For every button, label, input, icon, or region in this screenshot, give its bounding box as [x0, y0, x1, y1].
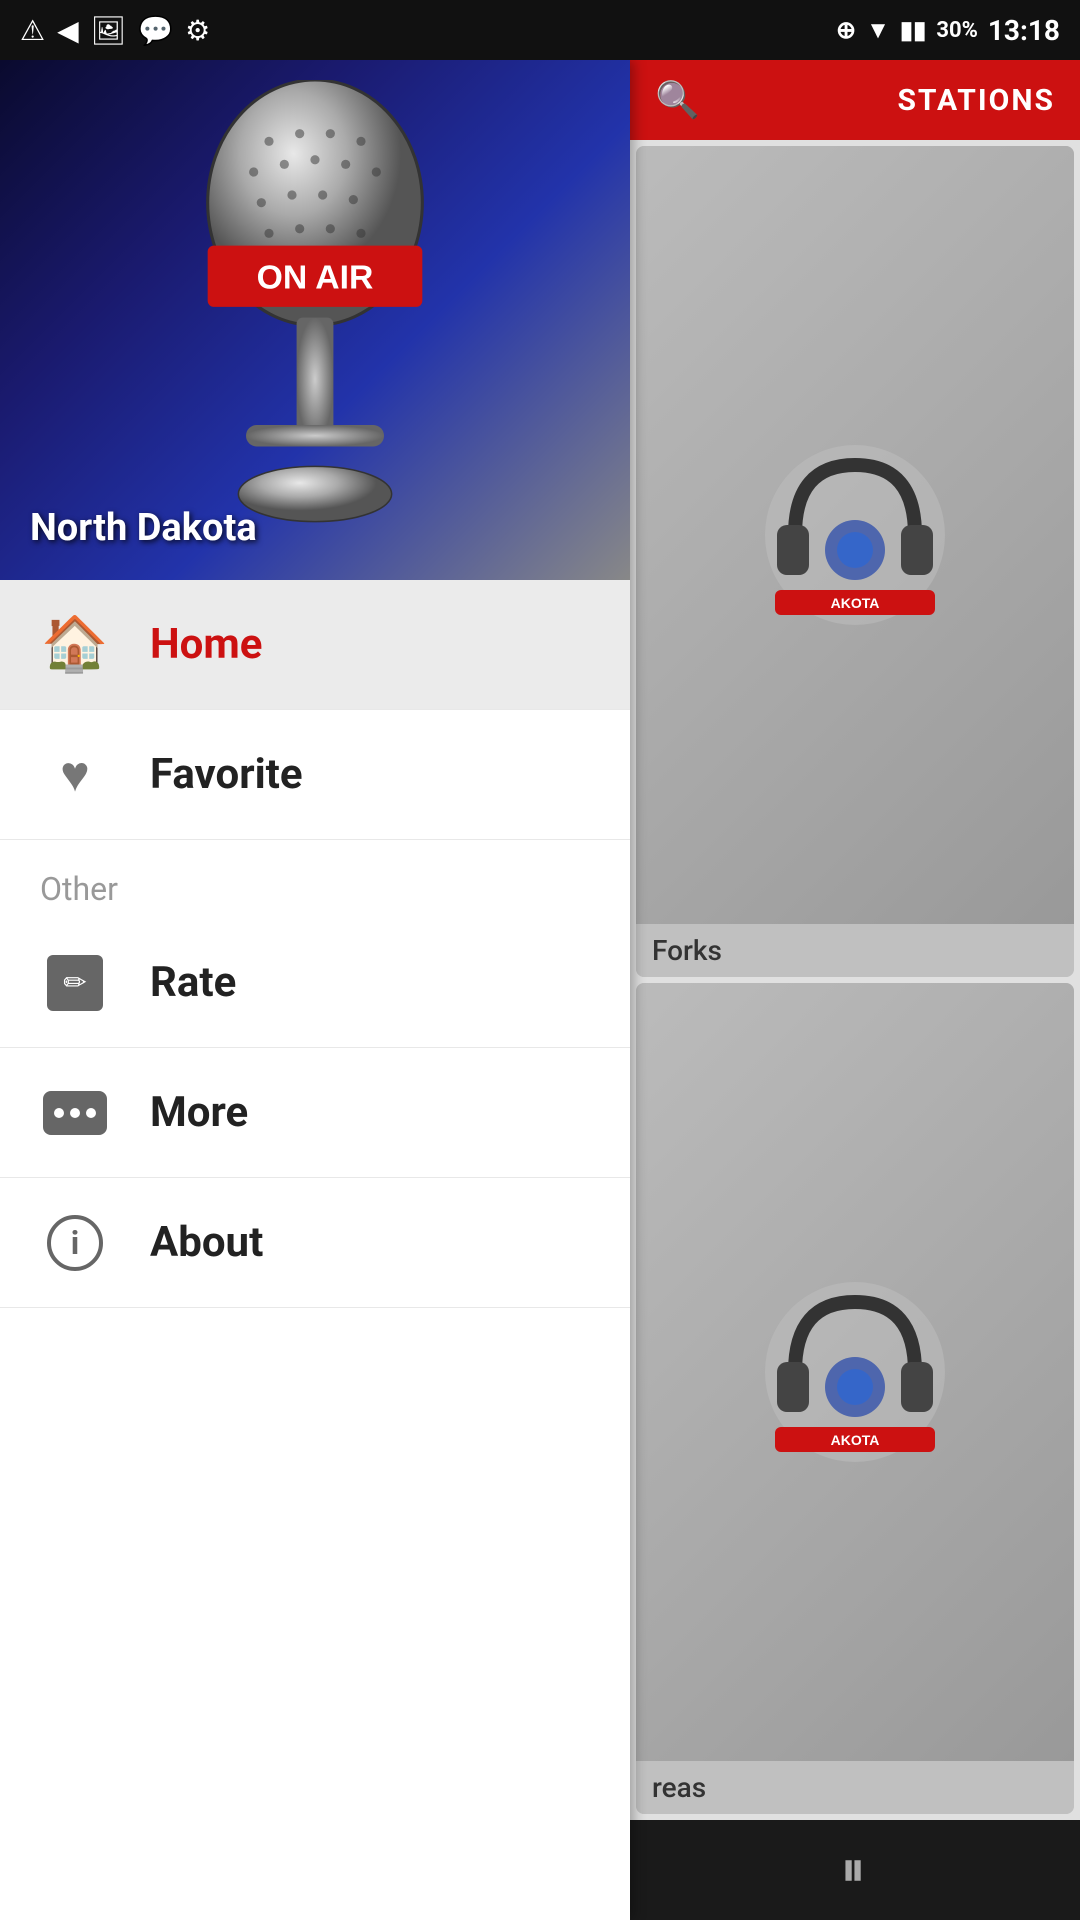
sidebar-item-rate[interactable]: Rate [0, 918, 630, 1048]
status-left-icons: ⚠ ◀ 🖼 💬 ⚙ [20, 14, 210, 47]
hero-location-label: North Dakota [30, 506, 257, 550]
favorite-label: Favorite [150, 750, 303, 799]
stations-list: AKOTA Forks [630, 140, 1080, 1820]
headphone-svg-2: AKOTA [755, 1272, 955, 1472]
sidebar-item-more[interactable]: More [0, 1048, 630, 1178]
other-section-header: Other [0, 840, 630, 918]
station-2-location: reas [652, 1771, 706, 1804]
svg-text:AKOTA: AKOTA [831, 595, 880, 611]
station-1-location: Forks [652, 934, 722, 967]
right-panel: 🔍 STATIONS [630, 60, 1080, 1920]
sidebar: ON AIR North Dakota 🏠 Home ♥ Favorite [0, 60, 630, 1920]
svg-text:ON AIR: ON AIR [257, 259, 374, 297]
heart-icon: ♥ [40, 740, 110, 810]
station-card-1-image: AKOTA [636, 146, 1074, 924]
time-label: 13:18 [988, 14, 1060, 47]
station-card-2[interactable]: AKOTA reas [636, 983, 1074, 1814]
settings-icon: ⚙ [185, 14, 210, 47]
sidebar-item-favorite[interactable]: ♥ Favorite [0, 710, 630, 840]
signal-icon: ▮▮ [900, 16, 926, 44]
wifi-icon: ▼ [866, 16, 890, 45]
station-card-2-image: AKOTA [636, 983, 1074, 1761]
home-icon: 🏠 [40, 610, 110, 680]
stations-header-label: STATIONS [897, 83, 1055, 118]
about-label: About [150, 1218, 263, 1267]
message-icon: 💬 [138, 14, 173, 47]
right-header: 🔍 STATIONS [630, 60, 1080, 140]
more-icon [40, 1078, 110, 1148]
svg-text:AKOTA: AKOTA [831, 1432, 880, 1448]
image-icon: 🖼 [91, 14, 127, 47]
app-container: ON AIR North Dakota 🏠 Home ♥ Favorite [0, 60, 1080, 1920]
more-label: More [150, 1088, 248, 1137]
station-card-1[interactable]: AKOTA Forks [636, 146, 1074, 977]
back-icon: ◀ [57, 14, 79, 47]
status-bar: ⚠ ◀ 🖼 💬 ⚙ ⊕ ▼ ▮▮ 30% 13:18 [0, 0, 1080, 60]
sidebar-item-home[interactable]: 🏠 Home [0, 580, 630, 710]
rate-icon [40, 948, 110, 1018]
rate-label: Rate [150, 958, 236, 1007]
headphone-svg-1: AKOTA [755, 435, 955, 635]
playback-bar: ⏸ [630, 1820, 1080, 1920]
status-right-icons: ⊕ ▼ ▮▮ 30% 13:18 [836, 14, 1060, 47]
add-icon: ⊕ [836, 16, 856, 44]
pause-button[interactable]: ⏸ [841, 1841, 870, 1899]
about-icon: i [40, 1208, 110, 1278]
battery-label: 30% [936, 18, 978, 43]
home-label: Home [150, 620, 262, 669]
search-icon[interactable]: 🔍 [655, 79, 700, 121]
notification-icon: ⚠ [20, 14, 45, 47]
sidebar-item-about[interactable]: i About [0, 1178, 630, 1308]
microphone-svg: ON AIR [145, 80, 485, 540]
hero-image: ON AIR North Dakota [0, 60, 630, 580]
